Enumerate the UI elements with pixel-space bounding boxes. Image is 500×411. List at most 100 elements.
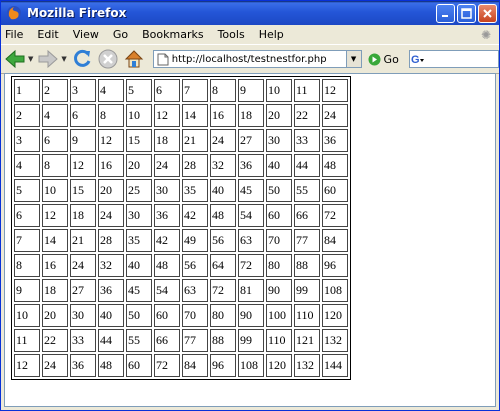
table-cell: 33 — [70, 329, 96, 352]
table-cell: 2 — [42, 79, 68, 102]
table-cell: 35 — [182, 179, 208, 202]
table-cell: 36 — [238, 154, 264, 177]
window-title: Mozilla Firefox — [27, 6, 127, 20]
table-cell: 40 — [126, 254, 152, 277]
reload-icon — [73, 49, 91, 67]
table-cell: 12 — [70, 154, 96, 177]
table-cell: 60 — [154, 304, 180, 327]
maximize-button[interactable] — [457, 3, 476, 23]
table-cell: 44 — [294, 154, 320, 177]
table-cell: 42 — [182, 204, 208, 227]
table-cell: 132 — [294, 354, 320, 377]
search-engine-icon[interactable]: G — [410, 52, 426, 66]
table-cell: 40 — [266, 154, 292, 177]
table-cell: 48 — [210, 204, 236, 227]
table-cell: 96 — [210, 354, 236, 377]
minimize-button[interactable] — [436, 3, 455, 23]
table-row: 11 22 33 44 55 66 77 88 99 110 121 132 — [14, 329, 348, 352]
table-cell: 4 — [98, 79, 124, 102]
table-cell: 6 — [154, 79, 180, 102]
throbber-icon: ✺ — [480, 27, 492, 42]
table-cell: 30 — [126, 204, 152, 227]
table-cell: 30 — [70, 304, 96, 327]
table-cell: 44 — [98, 329, 124, 352]
table-cell: 120 — [322, 304, 348, 327]
menu-edit[interactable]: Edit — [37, 28, 58, 41]
home-button[interactable] — [123, 47, 145, 71]
table-row: 5 10 15 20 25 30 35 40 45 50 55 60 — [14, 179, 348, 202]
table-cell: 80 — [266, 254, 292, 277]
table-cell: 33 — [294, 129, 320, 152]
table-cell: 45 — [126, 279, 152, 302]
go-button[interactable]: Go — [368, 53, 399, 66]
table-cell: 22 — [42, 329, 68, 352]
table-cell: 8 — [98, 104, 124, 127]
table-cell: 56 — [210, 229, 236, 252]
table-cell: 4 — [14, 154, 40, 177]
stop-icon — [98, 49, 118, 69]
url-text[interactable]: http://localhost/testnestfor.php — [172, 54, 346, 65]
table-cell: 121 — [294, 329, 320, 352]
table-row: 8 16 24 32 40 48 56 64 72 80 88 96 — [14, 254, 348, 277]
table-cell: 40 — [98, 304, 124, 327]
table-cell: 14 — [182, 104, 208, 127]
forward-history-dropdown[interactable]: ▼ — [61, 55, 66, 63]
menu-go[interactable]: Go — [113, 28, 128, 41]
menu-file[interactable]: File — [5, 28, 23, 41]
table-cell: 18 — [154, 129, 180, 152]
table-cell: 10 — [126, 104, 152, 127]
table-cell: 54 — [154, 279, 180, 302]
menu-help[interactable]: Help — [259, 28, 284, 41]
table-cell: 72 — [238, 254, 264, 277]
back-arrow-icon — [5, 49, 25, 69]
table-cell: 96 — [322, 254, 348, 277]
url-dropdown-button[interactable]: ▼ — [345, 51, 361, 67]
table-cell: 21 — [182, 129, 208, 152]
table-cell: 108 — [238, 354, 264, 377]
back-history-dropdown[interactable]: ▼ — [28, 55, 33, 63]
reload-button[interactable] — [71, 47, 93, 71]
table-cell: 8 — [14, 254, 40, 277]
search-box[interactable]: G — [408, 50, 499, 68]
table-cell: 70 — [266, 229, 292, 252]
table-cell: 10 — [42, 179, 68, 202]
navigation-toolbar: ▼ ▼ http://localhost/testnestfor.php ▼ G… — [1, 44, 499, 74]
table-cell: 60 — [126, 354, 152, 377]
table-cell: 72 — [322, 204, 348, 227]
table-cell: 10 — [266, 79, 292, 102]
back-button[interactable]: ▼ — [4, 47, 33, 71]
table-cell: 63 — [238, 229, 264, 252]
table-cell: 16 — [210, 104, 236, 127]
table-cell: 100 — [266, 304, 292, 327]
table-cell: 12 — [42, 204, 68, 227]
stop-button[interactable] — [97, 47, 119, 71]
table-cell: 18 — [238, 104, 264, 127]
table-cell: 55 — [126, 329, 152, 352]
table-cell: 2 — [14, 104, 40, 127]
menu-bookmarks[interactable]: Bookmarks — [142, 28, 203, 41]
table-cell: 24 — [322, 104, 348, 127]
menu-tools[interactable]: Tools — [218, 28, 245, 41]
url-bar[interactable]: http://localhost/testnestfor.php ▼ — [152, 50, 362, 68]
table-cell: 72 — [210, 279, 236, 302]
table-row: 6 12 18 24 30 36 42 48 54 60 66 72 — [14, 204, 348, 227]
table-row: 9 18 27 36 45 54 63 72 81 90 99 108 — [14, 279, 348, 302]
table-cell: 36 — [70, 354, 96, 377]
svg-text:G: G — [411, 54, 420, 66]
table-cell: 24 — [154, 154, 180, 177]
title-bar[interactable]: Mozilla Firefox — [1, 1, 499, 25]
close-button[interactable] — [478, 3, 497, 23]
table-cell: 32 — [210, 154, 236, 177]
table-cell: 48 — [98, 354, 124, 377]
table-cell: 50 — [126, 304, 152, 327]
forward-button[interactable]: ▼ — [37, 47, 67, 71]
table-cell: 108 — [322, 279, 348, 302]
table-cell: 9 — [70, 129, 96, 152]
menu-view[interactable]: View — [73, 28, 99, 41]
table-cell: 110 — [294, 304, 320, 327]
table-cell: 15 — [70, 179, 96, 202]
table-cell: 11 — [14, 329, 40, 352]
table-cell: 84 — [322, 229, 348, 252]
table-cell: 20 — [126, 154, 152, 177]
table-cell: 36 — [154, 204, 180, 227]
